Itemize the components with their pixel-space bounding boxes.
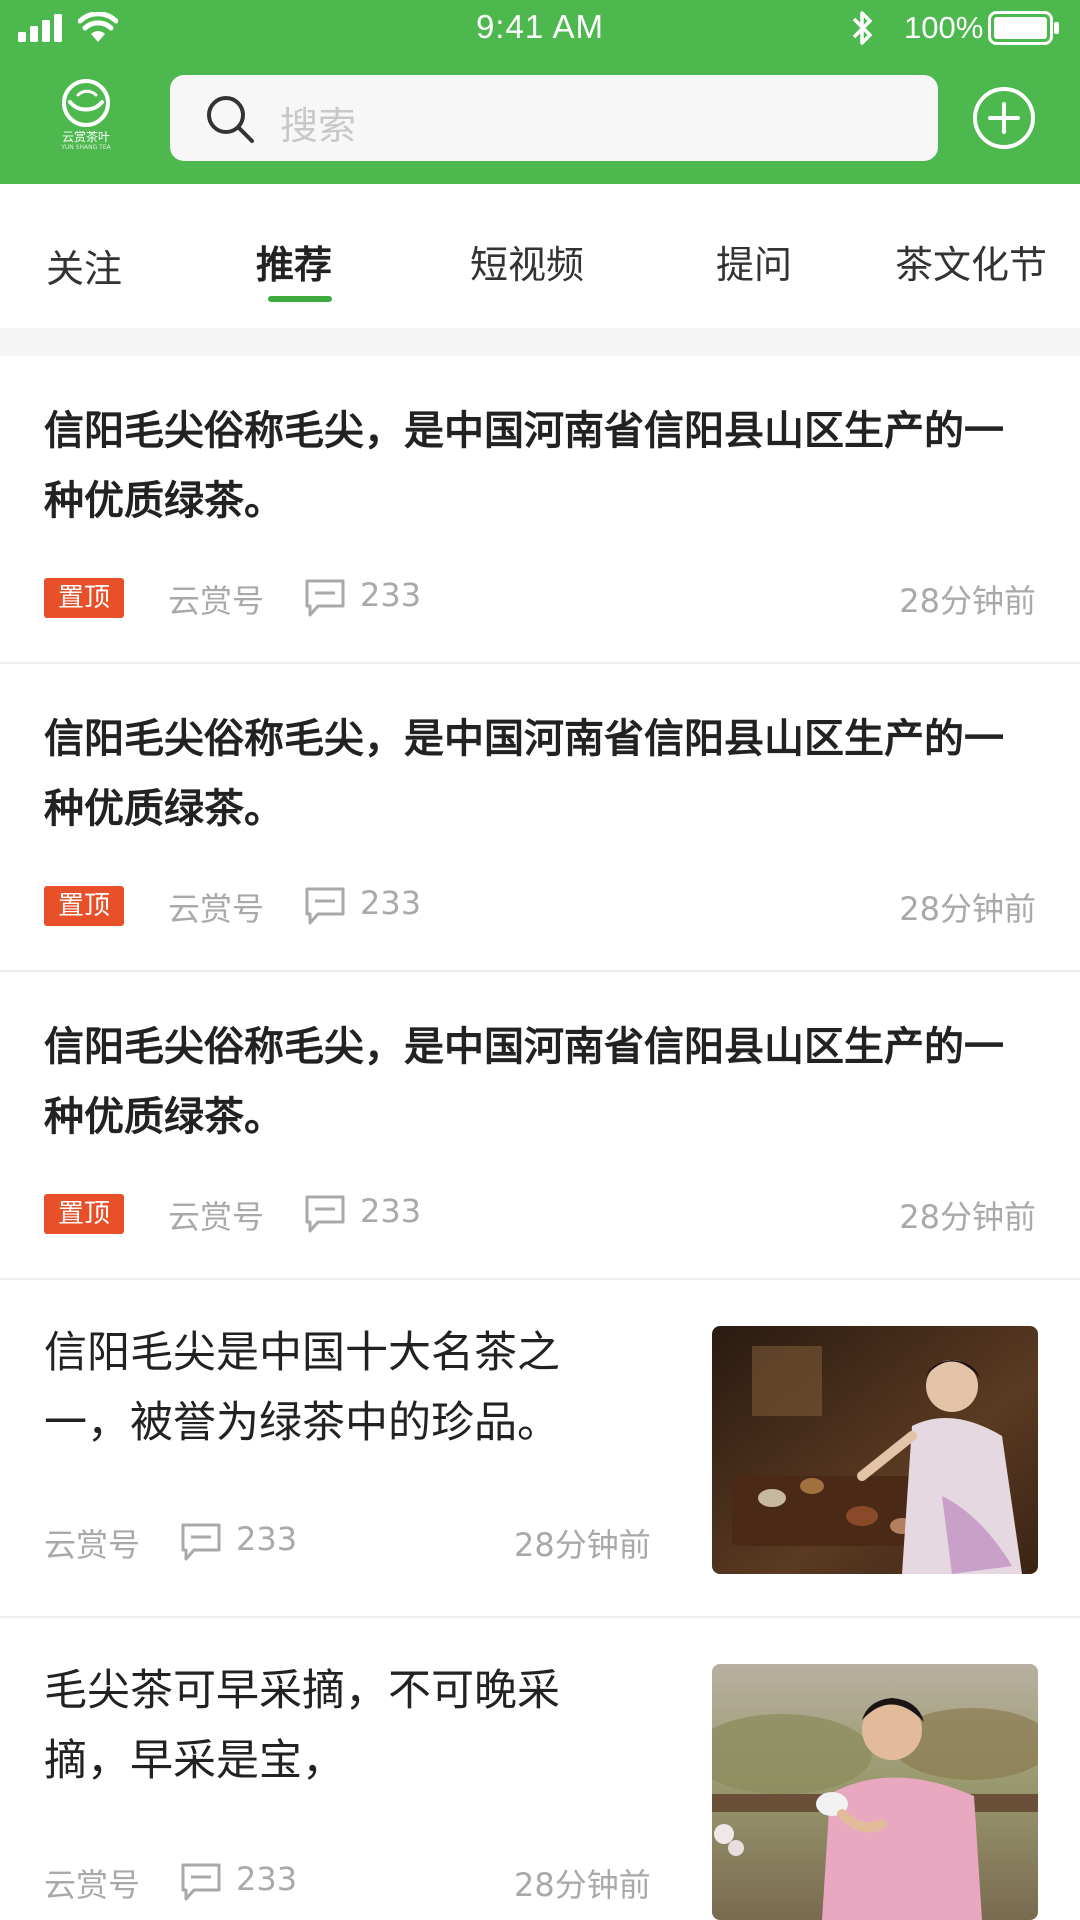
list-item[interactable]: 毛尖茶可早采摘，不可晚采摘，早采是宝， 云赏号 233 28分钟前 (0, 1618, 1080, 1920)
battery-percent: 100% (904, 10, 984, 45)
article-time: 28分钟前 (514, 1526, 651, 1564)
search-icon (207, 96, 254, 143)
list-item[interactable]: 信阳毛尖俗称毛尖，是中国河南省信阳县山区生产的一种优质绿茶。 置顶 云赏号 23… (0, 664, 1080, 972)
pinned-badge: 置顶 (44, 886, 124, 926)
tab-recommend[interactable]: 推荐 (256, 234, 332, 289)
comment-icon (305, 1195, 345, 1233)
article-title: 信阳毛尖俗称毛尖，是中国河南省信阳县山区生产的一种优质绿茶。 (44, 716, 1004, 832)
tab-short-video[interactable]: 短视频 (470, 234, 584, 289)
article-time: 28分钟前 (899, 1198, 1036, 1236)
comment-count: 233 (360, 576, 422, 614)
active-tab-indicator (268, 296, 332, 302)
article-title: 信阳毛尖俗称毛尖，是中国河南省信阳县山区生产的一种优质绿茶。 (44, 1024, 1004, 1140)
section-divider (0, 328, 1080, 356)
comment-icon (181, 1863, 221, 1901)
tab-follow[interactable]: 关注 (46, 238, 122, 293)
comment-icon (305, 887, 345, 925)
article-source: 云赏号 (168, 582, 265, 620)
bluetooth-icon (852, 11, 872, 45)
comment-icon (305, 579, 345, 617)
category-tabs: 关注 推荐 短视频 提问 茶文化节 (0, 184, 1080, 328)
tab-tea-culture-festival[interactable]: 茶文化节 (895, 234, 1047, 289)
status-bar: 9:41 AM 100% (0, 0, 1080, 56)
logo-text: 云赏茶叶 (61, 130, 110, 144)
pinned-badge: 置顶 (44, 1194, 124, 1234)
tea-cup-logo-icon (62, 79, 110, 127)
comment-count: 233 (360, 1192, 422, 1230)
add-icon[interactable] (972, 86, 1036, 150)
app-logo[interactable]: 云赏茶叶 YUN SHANG TEA (50, 78, 122, 156)
article-time: 28分钟前 (899, 582, 1036, 620)
article-title: 毛尖茶可早采摘，不可晚采摘，早采是宝， (44, 1666, 560, 1786)
list-item[interactable]: 信阳毛尖俗称毛尖，是中国河南省信阳县山区生产的一种优质绿茶。 置顶 云赏号 23… (0, 356, 1080, 664)
logo-subtext: YUN SHANG TEA (61, 144, 111, 151)
article-time: 28分钟前 (514, 1866, 651, 1904)
article-title: 信阳毛尖俗称毛尖，是中国河南省信阳县山区生产的一种优质绿茶。 (44, 408, 1004, 524)
comment-count: 233 (236, 1860, 298, 1898)
article-source: 云赏号 (44, 1526, 141, 1564)
search-bar[interactable]: 搜索 (170, 75, 938, 161)
battery-icon (988, 11, 1059, 45)
search-placeholder: 搜索 (280, 104, 357, 148)
comment-icon (181, 1523, 221, 1561)
comment-count: 233 (236, 1520, 298, 1558)
comment-count: 233 (360, 884, 422, 922)
tab-questions[interactable]: 提问 (716, 234, 792, 289)
pinned-badge: 置顶 (44, 578, 124, 618)
article-title: 信阳毛尖是中国十大名茶之一，被誉为绿茶中的珍品。 (44, 1328, 560, 1448)
article-source: 云赏号 (168, 1198, 265, 1236)
list-item[interactable]: 信阳毛尖俗称毛尖，是中国河南省信阳县山区生产的一种优质绿茶。 置顶 云赏号 23… (0, 972, 1080, 1280)
man-drinking-tea-thumbnail[interactable] (712, 1664, 1038, 1920)
article-source: 云赏号 (44, 1866, 141, 1904)
article-time: 28分钟前 (899, 890, 1036, 928)
list-item[interactable]: 信阳毛尖是中国十大名茶之一，被誉为绿茶中的珍品。 云赏号 233 28分钟前 (0, 1280, 1080, 1618)
app-header: 9:41 AM 100% 云赏茶叶 YUN SHANG TEA 搜索 (0, 0, 1080, 184)
article-source: 云赏号 (168, 890, 265, 928)
tea-ceremony-thumbnail[interactable] (712, 1326, 1038, 1574)
